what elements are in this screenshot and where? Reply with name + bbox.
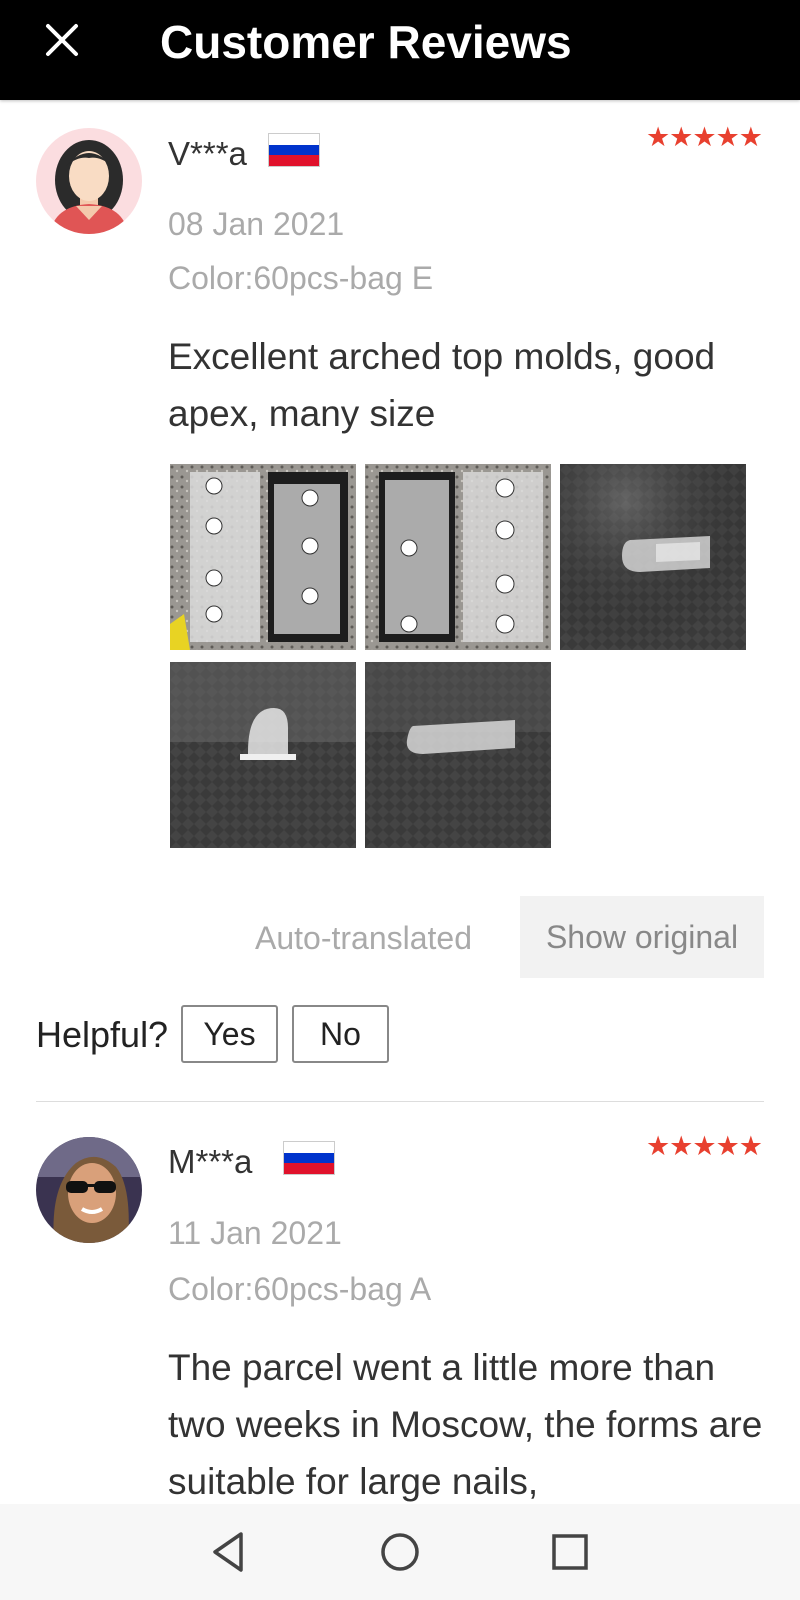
helpful-no-button[interactable]: No: [292, 1005, 389, 1063]
review-variant: Color:60pcs-bag A: [168, 1271, 432, 1307]
review-photo[interactable]: [365, 662, 551, 848]
review-text: Excellent arched top molds, good apex, m…: [168, 336, 716, 434]
review-date: 11 Jan 2021: [168, 1215, 342, 1251]
app-header: Customer Reviews: [0, 0, 800, 100]
review-photo[interactable]: [365, 464, 551, 650]
review-date: 08 Jan 2021: [168, 206, 345, 242]
russia-flag-icon: [283, 1141, 335, 1175]
helpful-label: Helpful?: [36, 1014, 169, 1055]
auto-translated-label: Auto-translated: [255, 920, 473, 956]
avatar[interactable]: [36, 128, 142, 234]
review-photo[interactable]: [170, 464, 356, 650]
review-username: M***a: [168, 1143, 253, 1180]
close-icon[interactable]: [44, 22, 80, 58]
home-icon[interactable]: [374, 1526, 426, 1578]
system-nav-bar: [0, 1504, 800, 1600]
russia-flag-icon: [268, 133, 320, 167]
divider: [36, 1101, 764, 1102]
recents-icon[interactable]: [544, 1526, 596, 1578]
rating-stars: ★★★★★: [645, 1131, 763, 1161]
review-username: V***a: [168, 135, 247, 172]
review-text: The parcel went a little more than two w…: [168, 1347, 763, 1502]
review-photo[interactable]: [170, 662, 356, 848]
back-icon[interactable]: [203, 1526, 255, 1578]
rating-stars: ★★★★★: [645, 122, 763, 152]
avatar[interactable]: [36, 1137, 142, 1243]
review-variant: Color:60pcs-bag E: [168, 260, 434, 296]
show-original-button[interactable]: Show original: [520, 896, 764, 978]
page-title: Customer Reviews: [160, 16, 572, 68]
helpful-yes-button[interactable]: Yes: [181, 1005, 278, 1063]
review-photo[interactable]: [560, 464, 746, 650]
